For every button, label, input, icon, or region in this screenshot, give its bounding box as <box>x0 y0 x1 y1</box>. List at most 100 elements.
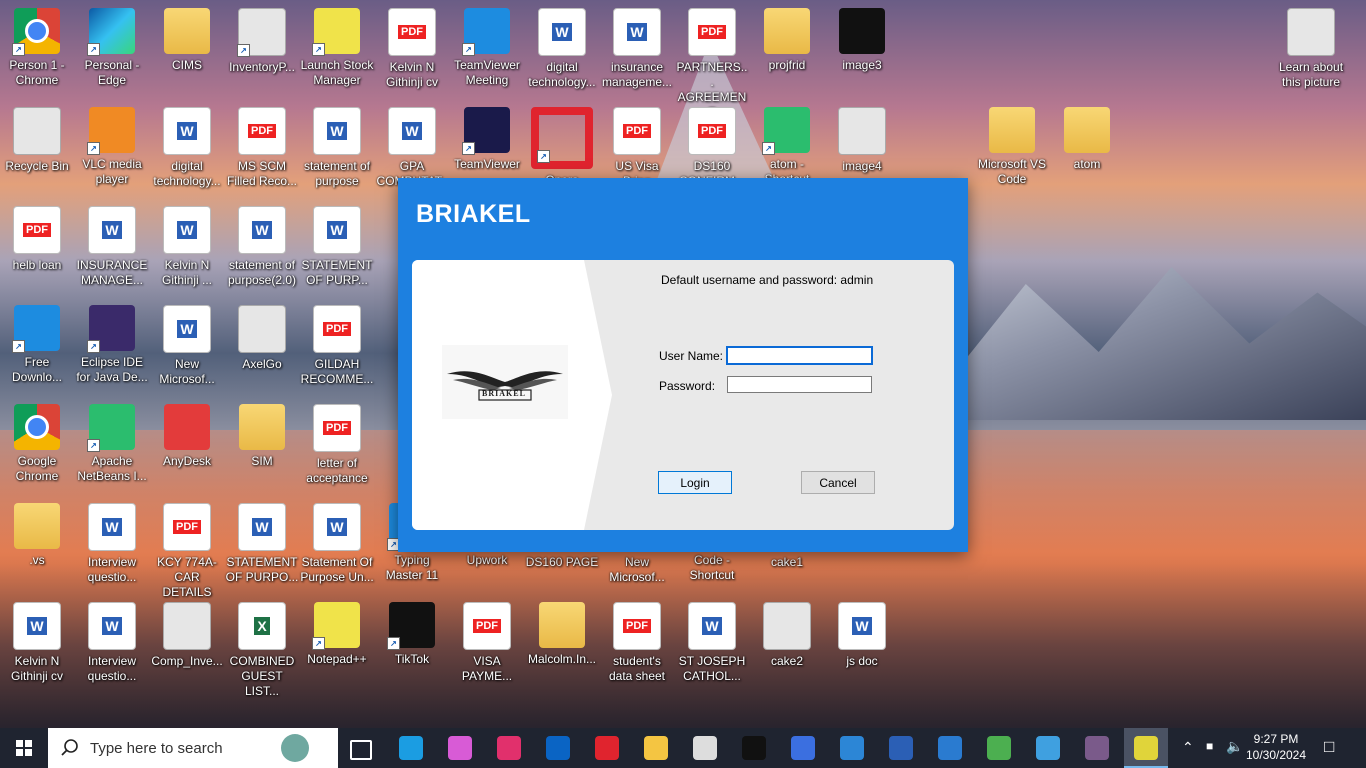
desktop-icon-interview-questio[interactable]: W Interview questio... <box>75 495 149 585</box>
blue-icon: ↗ <box>462 8 510 56</box>
desktop-icon-atom-shortcut[interactable]: ↗atom - Shortcut <box>750 99 824 187</box>
taskbar-copilot-2-icon[interactable] <box>791 736 815 760</box>
desktop-icon-projfrid[interactable]: projfrid <box>750 0 824 73</box>
desktop-icon-statement-of-purpose[interactable]: Wstatement of purpose <box>300 99 374 189</box>
desktop-icon-statement-of-purp[interactable]: W STATEMENT OF PURP... <box>300 198 374 288</box>
desktop-icon-visa-payme[interactable]: PDF VISA PAYME... <box>450 594 524 684</box>
desktop-icon-recycle-bin[interactable]: Recycle Bin <box>0 99 74 174</box>
desktop-icon-learn-about-this-picture[interactable]: Learn about this picture <box>1274 0 1348 90</box>
desktop-icon-ms-scm-filled-reco[interactable]: PDF MS SCM Filled Reco... <box>225 99 299 189</box>
word-icon: W <box>88 503 136 551</box>
desktop-icon-digital-technology[interactable]: Wdigital technology... <box>525 0 599 90</box>
taskbar-copilot-icon[interactable] <box>448 736 472 760</box>
desktop-icon-us-visa-brian[interactable]: PDFUS Visa Brian <box>600 99 674 189</box>
word-icon: W <box>163 107 211 155</box>
dialog-title: BRIAKEL <box>416 200 531 228</box>
shortcut-arrow-icon: ↗ <box>12 43 25 56</box>
taskbar-opera-icon[interactable] <box>595 736 619 760</box>
desktop-icon-st-joseph-cathol[interactable]: W ST JOSEPH CATHOL... <box>675 594 749 684</box>
desktop-icon-vs[interactable]: .vs <box>0 495 74 568</box>
desktop-icon-helb-loan[interactable]: PDF helb loan <box>0 198 74 273</box>
desktop-icon-vlc-media-player[interactable]: ↗ VLC media player <box>75 99 149 187</box>
desktop-icon-inventoryp[interactable]: ↗ InventoryP... <box>225 0 299 75</box>
desktop-icon-new-microsof[interactable]: W New Microsof... <box>150 297 224 387</box>
taskbar-tiktok-icon[interactable] <box>742 736 766 760</box>
desktop-icon-kelvin-n-githinji[interactable]: W Kelvin N Githinji ... <box>150 198 224 288</box>
desktop-icon-label: statement of purpose <box>303 159 371 188</box>
desktop-icon-gildah-recomme[interactable]: PDF GILDAH RECOMME... <box>300 297 374 387</box>
desktop-icon-apache-netbeans-i[interactable]: ↗ Apache NetBeans I... <box>75 396 149 484</box>
taskbar-photos-icon[interactable] <box>1036 736 1060 760</box>
start-button[interactable] <box>0 728 48 768</box>
desktop-icon-teamviewer[interactable]: ↗ TeamViewer <box>450 99 524 172</box>
taskbar-store-icon[interactable] <box>840 736 864 760</box>
taskbar-task-view-icon[interactable] <box>350 740 372 760</box>
desktop-icon-ds160-confirm[interactable]: PDFDS160 CONFIRM... <box>675 99 749 189</box>
word-icon: W <box>613 8 661 56</box>
clock[interactable]: 9:27 PM 10/30/2024 <box>1240 731 1312 763</box>
desktop-icon-kelvin-n-githinji-cv[interactable]: PDF Kelvin N Githinji cv <box>375 0 449 90</box>
desktop-icon-letter-of-acceptance[interactable]: PDF letter of acceptance <box>300 396 374 486</box>
desktop-icon-launch-stock-manager[interactable]: ↗ Launch Stock Manager <box>300 0 374 88</box>
show-hidden-icons-icon[interactable]: ⌃ <box>1182 739 1194 756</box>
word-icon: W <box>163 305 211 353</box>
login-panel: BRIAKEL Default username and password: a… <box>412 260 954 530</box>
desktop-icon-statement-of-purpose-un[interactable]: W Statement Of Purpose Un... <box>300 495 374 585</box>
taskbar-app-icon[interactable] <box>1085 736 1109 760</box>
password-input[interactable] <box>727 376 872 393</box>
desktop-icon-kcy-774a-car-details[interactable]: PDF KCY 774A- CAR DETAILS <box>150 495 224 600</box>
taskbar-other-icon[interactable] <box>693 736 717 760</box>
desktop-icon-statement-of-purpo[interactable]: W STATEMENT OF PURPO... <box>225 495 299 585</box>
desktop-icon-cims[interactable]: CIMS <box>150 0 224 73</box>
desktop-icon-teamviewer-meeting[interactable]: ↗ TeamViewer Meeting <box>450 0 524 88</box>
login-button[interactable]: Login <box>658 471 732 494</box>
desktop-icon-comp-inve[interactable]: Comp_Inve... <box>150 594 224 669</box>
desktop-icon-statement-of-purpose-2-0[interactable]: Wstatement of purpose(2.0) <box>225 198 299 288</box>
desktop-icon-microsoft-vs-code[interactable]: Microsoft VS Code <box>975 99 1049 187</box>
desktop-icon-insurance-manage[interactable]: W INSURANCE MANAGE... <box>75 198 149 288</box>
network-icon[interactable]: ■ <box>1206 739 1213 753</box>
desktop-icon-digital-technology[interactable]: Wdigital technology... <box>150 99 224 189</box>
taskbar-search[interactable]: Type here to search <box>48 728 338 768</box>
folder-icon <box>14 503 60 549</box>
taskbar-chrome-icon[interactable] <box>987 736 1011 760</box>
desktop-icon-google-chrome[interactable]: Google Chrome <box>0 396 74 484</box>
cancel-button[interactable]: Cancel <box>801 471 875 494</box>
taskbar-outlook-icon[interactable] <box>546 736 570 760</box>
desktop-icon-label: DS160 PAGE <box>525 555 599 569</box>
taskbar-edge-icon[interactable] <box>399 736 423 760</box>
desktop-icon-image3[interactable]: image3 <box>825 0 899 73</box>
notifications-icon[interactable]: □ <box>1324 737 1334 757</box>
desktop-icon-image4[interactable]: image4 <box>825 99 899 174</box>
taskbar-stock-manager-icon[interactable] <box>1124 728 1168 768</box>
desktop-icon-student-s-data-sheet[interactable]: PDF student's data sheet <box>600 594 674 684</box>
desktop-icon-insurance-manageme[interactable]: Winsurance manageme... <box>600 0 674 90</box>
search-icon <box>61 739 78 756</box>
desktop-icon-kelvin-n-githinji-cv[interactable]: W Kelvin N Githinji cv <box>0 594 74 684</box>
desktop-icon-free-downlo[interactable]: ↗ Free Downlo... <box>0 297 74 385</box>
taskbar-file-explorer-icon[interactable] <box>644 736 668 760</box>
pdf-icon: PDF <box>13 206 61 254</box>
desktop-icon-personal-edge[interactable]: ↗ Personal - Edge <box>75 0 149 88</box>
desktop-icon-anydesk[interactable]: AnyDesk <box>150 396 224 469</box>
desktop-icon-sim[interactable]: SIM <box>225 396 299 469</box>
taskbar-word-icon[interactable] <box>889 736 913 760</box>
desktop-icon-axelgo[interactable]: AxelGo <box>225 297 299 372</box>
desktop-icon-interview-questio[interactable]: W Interview questio... <box>75 594 149 684</box>
desktop-icon-malcolm-in[interactable]: Malcolm.In... <box>525 594 599 667</box>
desktop-icon-tiktok[interactable]: ↗ TikTok <box>375 594 449 667</box>
desktop-icon-cake2[interactable]: cake2 <box>750 594 824 669</box>
desktop-icon-person-1-chrome[interactable]: ↗ Person 1 - Chrome <box>0 0 74 88</box>
desktop-icon-label: statement of purpose(2.0) <box>227 258 297 287</box>
desktop-icon-js-doc[interactable]: Wjs doc <box>825 594 899 669</box>
taskbar-instagram-icon[interactable] <box>497 736 521 760</box>
desktop-icon-notepad[interactable]: ↗ Notepad++ <box>300 594 374 667</box>
taskbar-notes-icon[interactable] <box>938 736 962 760</box>
desktop-icon-label: digital technology... <box>153 159 221 188</box>
desktop-icon-label: GILDAH RECOMME... <box>300 357 374 386</box>
desktop-icon-eclipse-ide-for-java-de[interactable]: ↗ Eclipse IDE for Java De... <box>75 297 149 385</box>
shortcut-arrow-icon: ↗ <box>537 150 550 163</box>
desktop-icon-combined-guest-list[interactable]: X COMBINED GUEST LIST... <box>225 594 299 699</box>
desktop-icon-atom[interactable]: atom <box>1050 99 1124 172</box>
username-input[interactable] <box>726 346 873 365</box>
